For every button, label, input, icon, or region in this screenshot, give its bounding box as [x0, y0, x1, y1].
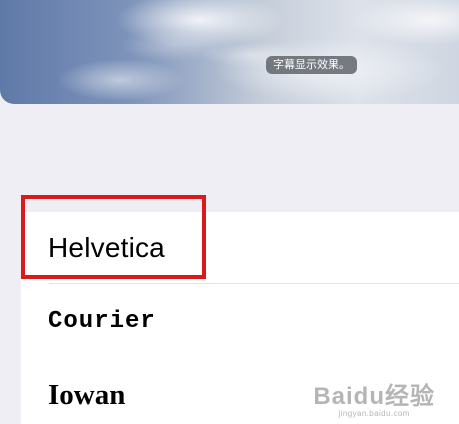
subtitle-preview: 字幕显示效果。	[0, 0, 459, 104]
watermark-url: jingyan.baidu.com	[338, 409, 410, 418]
subtitle-sample-chip: 字幕显示效果。	[266, 56, 357, 74]
font-option-label: Iowan	[48, 379, 126, 411]
font-option-label: Courier	[48, 308, 156, 335]
baidu-jingyan-watermark: Baidu经验 jingyan.baidu.com	[313, 385, 435, 418]
watermark-logo: Baidu经验	[313, 383, 435, 410]
font-option-iowan[interactable]: Iowan	[21, 212, 459, 411]
